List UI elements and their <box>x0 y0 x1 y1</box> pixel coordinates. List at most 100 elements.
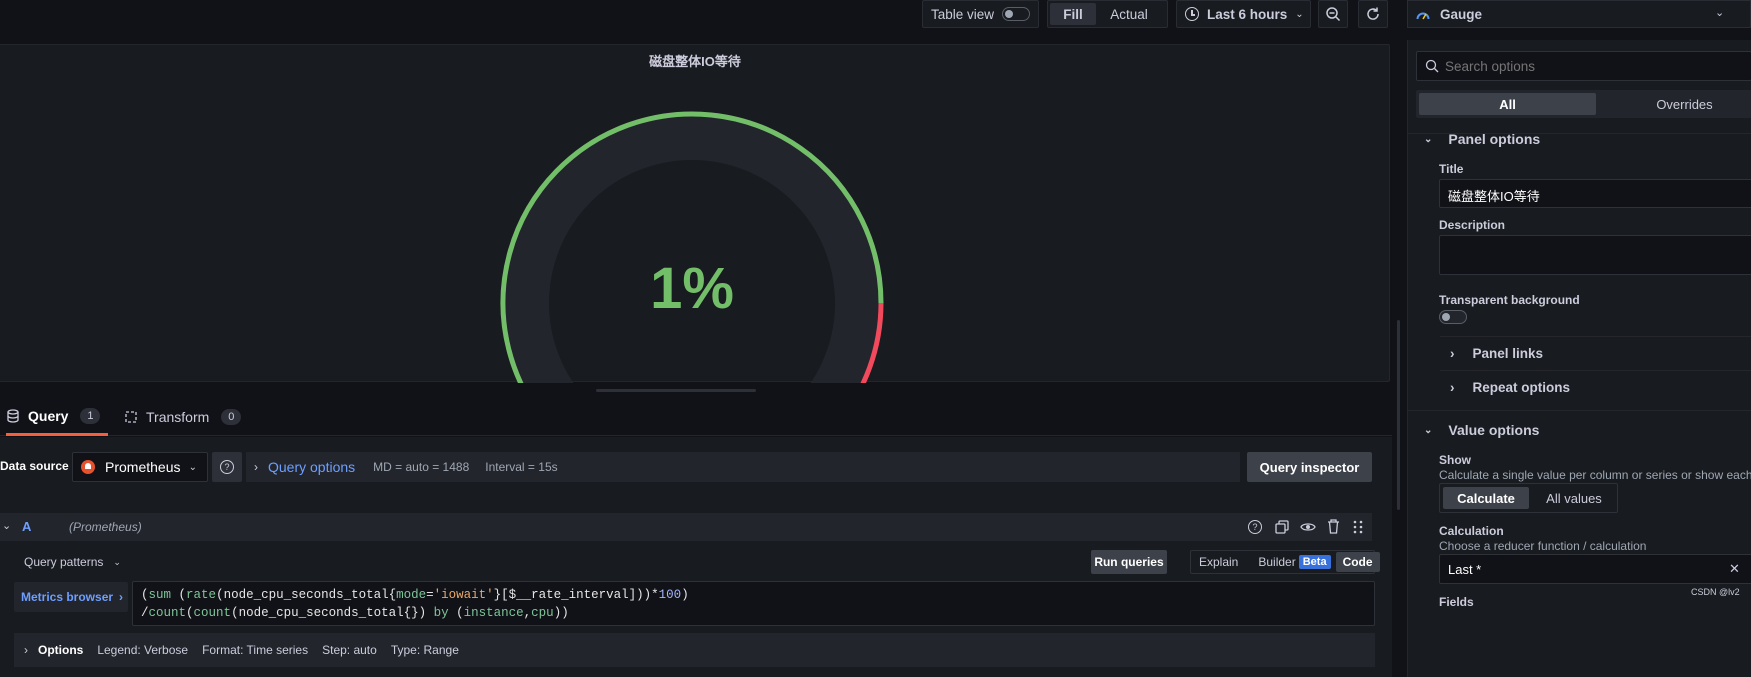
builder-mode-button[interactable]: Builder <box>1258 555 1295 569</box>
query-row-header[interactable]: ⌄ A (Prometheus) ? <box>0 513 1372 541</box>
chevron-down-icon: ⌄ <box>1424 424 1433 436</box>
gauge-panel: 磁盘整体IO等待 1% <box>0 44 1390 392</box>
metrics-browser-label: Metrics browser <box>21 590 114 604</box>
query-ref-id: A <box>22 519 32 534</box>
options-tabs: All Overrides <box>1416 90 1751 118</box>
md-text: MD = auto = 1488 <box>373 460 470 474</box>
tab-overrides[interactable]: Overrides <box>1596 93 1751 115</box>
metrics-browser-button[interactable]: Metrics browser › <box>14 582 128 612</box>
options-step: Step: auto <box>322 643 377 657</box>
search-options-input[interactable] <box>1445 58 1745 74</box>
clock-icon <box>1185 7 1199 21</box>
help-icon: ? <box>220 460 234 474</box>
value-options-label: Value options <box>1448 422 1540 438</box>
explain-toggle[interactable]: Explain <box>1199 555 1238 569</box>
show-label: Show <box>1439 453 1471 467</box>
repeat-options-header[interactable]: › Repeat options <box>1450 380 1570 395</box>
search-icon <box>1425 59 1439 73</box>
panel-links-header[interactable]: › Panel links <box>1450 346 1543 361</box>
time-range-label: Last 6 hours <box>1207 6 1288 22</box>
transparent-switch[interactable] <box>1439 310 1467 324</box>
description-label: Description <box>1439 218 1506 232</box>
chevron-right-icon: › <box>119 590 124 604</box>
options-type: Type: Range <box>390 643 459 657</box>
divider <box>1440 370 1751 371</box>
chevron-down-icon: ⌄ <box>1715 7 1725 19</box>
datasource-name: Prometheus <box>105 459 181 475</box>
chevron-right-icon: › <box>1450 346 1455 361</box>
calculation-description: Choose a reducer function / calculation <box>1439 539 1647 553</box>
calculate-button[interactable]: Calculate <box>1443 487 1529 509</box>
repeat-options-label: Repeat options <box>1472 380 1571 395</box>
show-mode-toggle: Calculate All values <box>1439 483 1618 513</box>
tab-query-count: 1 <box>80 407 101 424</box>
divider <box>1440 336 1751 337</box>
viz-picker[interactable]: Gauge ⌄ <box>1407 0 1751 28</box>
query-tabs: Query 1 Transform 0 <box>0 398 1392 436</box>
show-description: Calculate a single value per column or s… <box>1439 468 1751 482</box>
transform-icon <box>125 411 137 423</box>
query-patterns-button[interactable]: Query patterns ⌄ <box>24 553 121 571</box>
table-view-toggle[interactable]: Table view <box>922 0 1039 28</box>
eye-icon[interactable] <box>1300 520 1316 534</box>
pane-splitter[interactable] <box>1397 320 1400 510</box>
datasource-picker[interactable]: Prometheus ⌄ <box>72 452 208 482</box>
query-inspector-button[interactable]: Query inspector <box>1247 452 1372 482</box>
panel-links-label: Panel links <box>1472 346 1544 361</box>
fill-button[interactable]: Fill <box>1050 3 1096 25</box>
chevron-down-icon: ⌄ <box>113 556 121 567</box>
search-options-field[interactable] <box>1416 51 1751 81</box>
panel-resize-handle[interactable] <box>596 389 756 392</box>
options-label: Options <box>38 643 84 657</box>
title-field[interactable]: 磁盘整体IO等待 <box>1439 179 1751 208</box>
all-values-button[interactable]: All values <box>1532 487 1616 509</box>
query-ds-name: (Prometheus) <box>69 520 142 534</box>
prometheus-icon <box>81 460 95 474</box>
calculation-select[interactable]: Last * ✕ <box>1439 554 1751 584</box>
title-label: Title <box>1439 162 1464 176</box>
actual-button[interactable]: Actual <box>1096 3 1162 25</box>
description-field[interactable] <box>1439 235 1751 275</box>
gauge-chart: 1% <box>500 111 884 383</box>
query-patterns-label: Query patterns <box>24 555 104 569</box>
fields-label: Fields <box>1439 595 1474 609</box>
value-options-header[interactable]: ⌄ Value options <box>1424 422 1539 438</box>
editor-mode-toggle: Explain Builder Beta Code <box>1190 550 1380 574</box>
refresh-button[interactable] <box>1358 0 1388 28</box>
collapse-icon[interactable]: ⌄ <box>2 519 11 532</box>
query-code-editor[interactable]: (sum (rate(node_cpu_seconds_total{mode='… <box>132 581 1375 626</box>
refresh-icon <box>1367 7 1379 20</box>
trash-icon[interactable] <box>1327 519 1340 534</box>
options-legend: Legend: Verbose <box>97 643 189 657</box>
beta-badge: Beta <box>1298 555 1331 569</box>
zoom-out-button[interactable] <box>1318 0 1348 28</box>
chevron-down-icon: ⌄ <box>1424 133 1433 145</box>
fill-actual-toggle: Fill Actual <box>1047 0 1168 28</box>
tab-transform[interactable]: Transform 0 <box>124 398 244 436</box>
options-pane: All Overrides ⌄ Panel options Title 磁盘整体… <box>1407 40 1751 677</box>
time-picker-button[interactable]: Last 6 hours ⌄ <box>1176 0 1311 28</box>
panel-options-header[interactable]: ⌄ Panel options <box>1424 131 1540 147</box>
tab-transform-count: 0 <box>221 409 242 425</box>
tab-all[interactable]: All <box>1419 93 1596 115</box>
gauge-icon <box>1416 12 1430 20</box>
close-icon[interactable]: ✕ <box>1729 561 1740 577</box>
drag-handle-icon[interactable] <box>1353 520 1363 534</box>
title-field-value: 磁盘整体IO等待 <box>1448 189 1540 204</box>
query-expression-line-2: /count(count(node_cpu_seconds_total{}) b… <box>141 606 569 620</box>
query-help-icon[interactable]: ? <box>1248 520 1262 534</box>
query-options-row[interactable]: › Options Legend: Verbose Format: Time s… <box>14 633 1375 667</box>
query-options-bar[interactable]: › Query options MD = auto = 1488 Interva… <box>246 452 1240 482</box>
chevron-down-icon: ⌄ <box>188 461 197 473</box>
tab-query[interactable]: Query 1 <box>6 398 108 436</box>
options-format: Format: Time series <box>202 643 309 657</box>
code-mode-button[interactable]: Code <box>1335 552 1380 572</box>
top-toolbar: Table view Fill Actual Last 6 hours ⌄ <box>0 0 1407 36</box>
datasource-help-button[interactable]: ? <box>212 452 242 482</box>
table-view-switch[interactable] <box>1002 7 1031 21</box>
query-expression-line-1: (sum (rate(node_cpu_seconds_total{mode='… <box>141 588 689 602</box>
duplicate-query-icon[interactable] <box>1275 520 1289 534</box>
chevron-down-icon: ⌄ <box>1295 8 1304 20</box>
run-queries-button[interactable]: Run queries <box>1091 550 1167 574</box>
transparent-label: Transparent background <box>1439 293 1580 307</box>
